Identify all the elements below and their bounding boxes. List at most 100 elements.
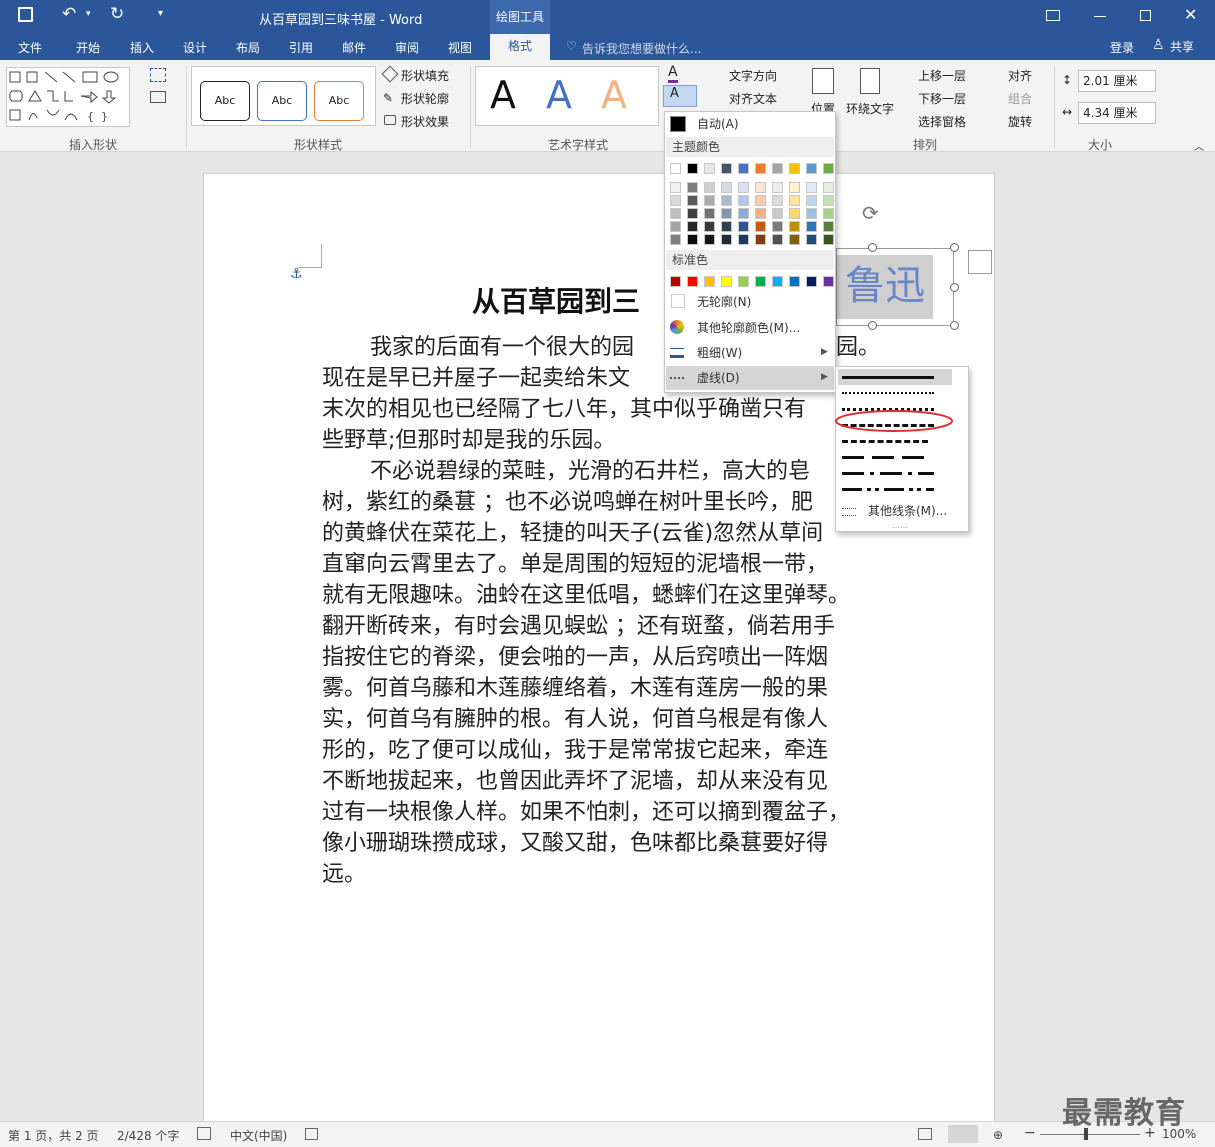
theme-shade-swatch[interactable] <box>806 195 817 206</box>
theme-shade-swatch[interactable] <box>670 195 681 206</box>
theme-color-swatch[interactable] <box>806 163 817 174</box>
selection-pane-button[interactable]: 选择窗格 <box>918 113 966 130</box>
standard-color-swatch[interactable] <box>704 276 715 287</box>
theme-shade-swatch[interactable] <box>755 221 766 232</box>
redo-icon[interactable]: ↻ <box>110 4 124 24</box>
dash-option-long-dash[interactable] <box>842 456 928 459</box>
theme-shade-swatch[interactable] <box>789 221 800 232</box>
undo-dropdown-icon[interactable]: ▾ <box>86 9 91 19</box>
theme-shade-swatch[interactable] <box>687 195 698 206</box>
theme-color-swatch[interactable] <box>721 163 732 174</box>
standard-color-swatch[interactable] <box>823 276 834 287</box>
standard-color-swatch[interactable] <box>687 276 698 287</box>
resize-handle[interactable] <box>950 243 959 252</box>
web-layout-icon[interactable]: ⊕ <box>993 1128 1003 1142</box>
theme-shade-swatch[interactable] <box>670 208 681 219</box>
theme-shade-swatch[interactable] <box>704 221 715 232</box>
proofing-icon[interactable] <box>197 1127 211 1140</box>
theme-shade-swatch[interactable] <box>721 234 732 245</box>
theme-shade-swatch[interactable] <box>772 221 783 232</box>
theme-shade-swatch[interactable] <box>789 182 800 193</box>
theme-color-swatch[interactable] <box>670 163 681 174</box>
menu-item-weight[interactable]: 粗细(W) <box>665 341 835 365</box>
theme-shade-swatch[interactable] <box>806 182 817 193</box>
tab-mailings[interactable]: 邮件 <box>342 39 366 56</box>
tab-view[interactable]: 视图 <box>448 39 472 56</box>
group-button[interactable]: 组合 <box>1008 90 1032 107</box>
undo-icon[interactable]: ↶ <box>62 4 76 24</box>
zoom-out-button[interactable]: − <box>1024 1125 1036 1141</box>
theme-shade-swatch[interactable] <box>772 195 783 206</box>
theme-shade-swatch[interactable] <box>789 208 800 219</box>
ribbon-display-icon[interactable] <box>1046 10 1060 21</box>
theme-shade-swatch[interactable] <box>738 182 749 193</box>
dash-option-dash-dot[interactable] <box>842 440 928 443</box>
tab-format[interactable]: 格式 <box>490 34 550 60</box>
macro-icon[interactable] <box>305 1128 318 1140</box>
tab-review[interactable]: 审阅 <box>395 39 419 56</box>
theme-shade-swatch[interactable] <box>738 234 749 245</box>
text-fill-icon[interactable]: A <box>668 64 678 83</box>
theme-shade-swatch[interactable] <box>772 182 783 193</box>
theme-shade-swatch[interactable] <box>687 182 698 193</box>
theme-color-swatch[interactable] <box>789 163 800 174</box>
wordart-shape[interactable]: 鲁迅 <box>836 248 954 326</box>
zoom-slider[interactable] <box>1040 1134 1140 1135</box>
theme-shade-swatch[interactable] <box>738 195 749 206</box>
collapse-ribbon-icon[interactable]: ︿ <box>1194 138 1204 153</box>
theme-shade-swatch[interactable] <box>789 234 800 245</box>
shape-style-black[interactable]: Abc <box>200 81 250 121</box>
theme-color-swatch[interactable] <box>772 163 783 174</box>
dash-option-long-dash-dot[interactable] <box>842 472 934 475</box>
word-count[interactable]: 2/428 个字 <box>117 1127 179 1144</box>
theme-shade-swatch[interactable] <box>823 195 834 206</box>
customize-qat-icon[interactable]: ▾ <box>158 8 163 19</box>
standard-color-swatch[interactable] <box>670 276 681 287</box>
theme-shade-swatch[interactable] <box>721 195 732 206</box>
tab-references[interactable]: 引用 <box>289 39 313 56</box>
standard-color-swatch[interactable] <box>755 276 766 287</box>
login-link[interactable]: 登录 <box>1110 39 1134 56</box>
tab-design[interactable]: 设计 <box>183 39 207 56</box>
theme-shade-swatch[interactable] <box>670 234 681 245</box>
edit-shape-icon[interactable] <box>150 68 166 82</box>
menu-item-more-lines[interactable]: 其他线条(M)... <box>836 499 968 523</box>
theme-shade-swatch[interactable] <box>721 221 732 232</box>
theme-shade-swatch[interactable] <box>806 208 817 219</box>
language-indicator[interactable]: 中文(中国) <box>230 1127 287 1144</box>
standard-color-swatch[interactable] <box>738 276 749 287</box>
dash-option-round-dot[interactable] <box>842 392 934 394</box>
shape-style-orange[interactable]: Abc <box>314 81 364 121</box>
theme-color-swatch[interactable] <box>738 163 749 174</box>
height-input[interactable]: 2.01 厘米 <box>1078 70 1156 92</box>
rotate-handle-icon[interactable]: ⟳ <box>862 201 879 225</box>
theme-shade-swatch[interactable] <box>772 234 783 245</box>
theme-shade-swatch[interactable] <box>823 208 834 219</box>
layout-options-icon[interactable] <box>968 250 992 274</box>
shape-effect-button[interactable]: 形状效果 <box>401 113 449 130</box>
theme-shade-swatch[interactable] <box>755 182 766 193</box>
theme-shade-swatch[interactable] <box>721 208 732 219</box>
tell-me-input[interactable]: 告诉我您想要做什么... <box>582 40 701 57</box>
close-icon[interactable]: ✕ <box>1184 5 1197 24</box>
theme-shade-swatch[interactable] <box>755 234 766 245</box>
standard-color-swatch[interactable] <box>721 276 732 287</box>
theme-shade-swatch[interactable] <box>789 195 800 206</box>
theme-shade-swatch[interactable] <box>823 221 834 232</box>
menu-item-more-colors[interactable]: 其他轮廓颜色(M)... <box>665 316 835 340</box>
align-text-button[interactable]: 对齐文本 <box>729 90 777 107</box>
theme-shade-swatch[interactable] <box>772 208 783 219</box>
shapes-gallery[interactable]: {} <box>6 67 130 127</box>
rotate-button[interactable]: 旋转 <box>1008 113 1032 130</box>
theme-shade-swatch[interactable] <box>738 221 749 232</box>
theme-shade-swatch[interactable] <box>721 182 732 193</box>
tab-layout[interactable]: 布局 <box>236 39 260 56</box>
theme-color-swatch[interactable] <box>755 163 766 174</box>
theme-shade-swatch[interactable] <box>755 208 766 219</box>
textbox-icon[interactable] <box>150 91 166 103</box>
save-icon[interactable] <box>18 7 33 22</box>
width-input[interactable]: 4.34 厘米 <box>1078 102 1156 124</box>
theme-shade-swatch[interactable] <box>687 208 698 219</box>
theme-shade-swatch[interactable] <box>687 234 698 245</box>
read-mode-icon[interactable] <box>918 1128 932 1140</box>
